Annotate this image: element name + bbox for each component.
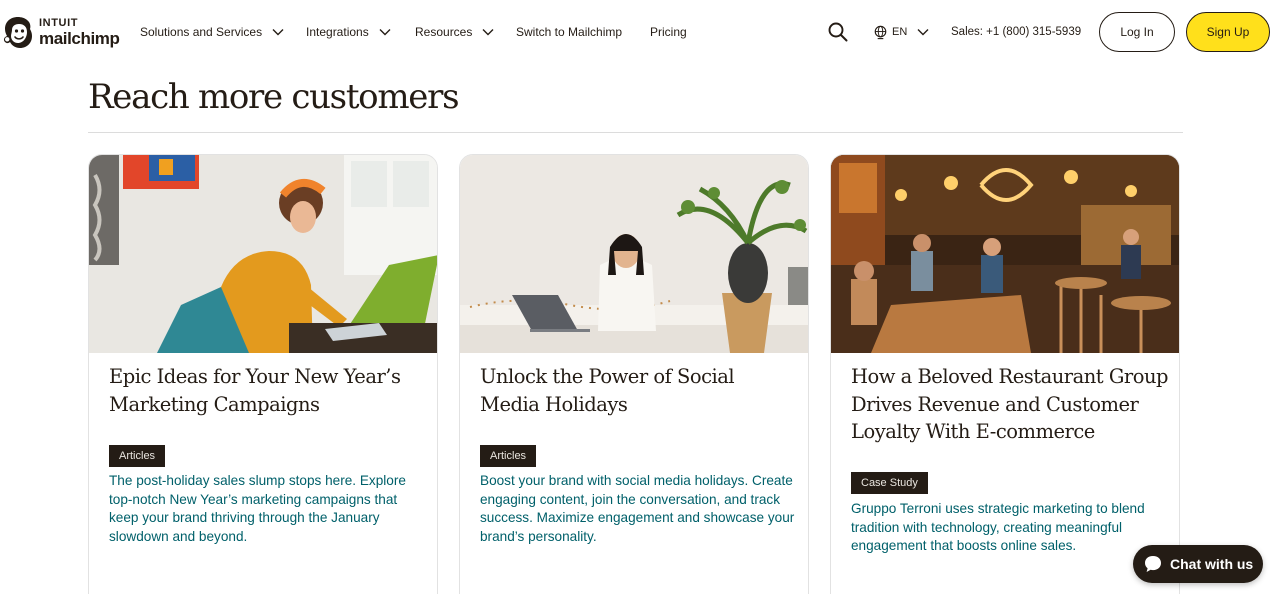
nav-integrations[interactable]: Integrations [306, 22, 391, 42]
nav-label: Solutions and Services [140, 25, 263, 39]
nav-label: Resources [415, 25, 473, 39]
card-title[interactable]: Unlock the Power of Social Media Holiday… [480, 363, 798, 418]
article-card[interactable]: Epic Ideas for Your New Year’s Marketing… [88, 154, 438, 594]
article-card[interactable]: Unlock the Power of Social Media Holiday… [459, 154, 809, 594]
card-description: The post-holiday sales slump stops here.… [109, 473, 406, 544]
chat-label: Chat with us [1170, 556, 1254, 572]
case-study-card[interactable]: How a Beloved Restaurant Group Drives Re… [830, 154, 1180, 594]
nav-label: Pricing [650, 25, 687, 39]
logo-mailchimp-text: mailchimp [39, 28, 120, 48]
language-label: EN [892, 26, 908, 38]
category-badge: Articles [109, 445, 166, 467]
nav-label: Switch to Mailchimp [516, 25, 623, 39]
card-image-woman-working-on-laptop [460, 155, 808, 353]
nav-switch-to-mailchimp[interactable]: Switch to Mailchimp [516, 22, 622, 42]
chevron-down-icon [482, 28, 494, 36]
top-nav: INTUIT mailchimp Solutions and Services … [0, 0, 1280, 64]
card-title[interactable]: How a Beloved Restaurant Group Drives Re… [851, 363, 1169, 446]
language-selector[interactable]: EN [873, 22, 929, 42]
card-image-woman-at-laptop [89, 155, 437, 353]
category-badge: Articles [480, 445, 537, 467]
chat-with-us-button[interactable]: Chat with us [1133, 545, 1263, 583]
category-badge: Case Study [851, 472, 928, 494]
chevron-down-icon [379, 28, 391, 36]
nav-solutions-and-services[interactable]: Solutions and Services [140, 22, 284, 42]
card-image-busy-restaurant [831, 155, 1179, 353]
section-title: Reach more customers [88, 77, 460, 117]
sales-phone[interactable]: Sales: +1 (800) 315-5939 [951, 22, 1081, 42]
chat-bubble-icon [1145, 556, 1161, 572]
search-icon[interactable] [826, 20, 850, 44]
logo-wordmark: INTUIT mailchimp [39, 16, 120, 48]
logo-intuit-text: INTUIT [39, 16, 79, 29]
card-description: Boost your brand with social media holid… [480, 473, 795, 544]
globe-icon [874, 25, 887, 39]
chevron-down-icon [272, 28, 284, 36]
card-title[interactable]: Epic Ideas for Your New Year’s Marketing… [109, 363, 427, 418]
freddie-chimp-icon [3, 17, 32, 48]
chevron-down-icon [917, 28, 929, 36]
nav-pricing[interactable]: Pricing [650, 22, 687, 42]
mailchimp-logo[interactable]: INTUIT mailchimp [0, 12, 122, 52]
nav-resources[interactable]: Resources [415, 22, 494, 42]
sign-up-button[interactable]: Sign Up [1186, 12, 1270, 52]
card-description: Gruppo Terroni uses strategic marketing … [851, 501, 1145, 554]
divider [88, 132, 1183, 133]
nav-label: Integrations [306, 25, 369, 39]
log-in-button[interactable]: Log In [1099, 12, 1175, 52]
